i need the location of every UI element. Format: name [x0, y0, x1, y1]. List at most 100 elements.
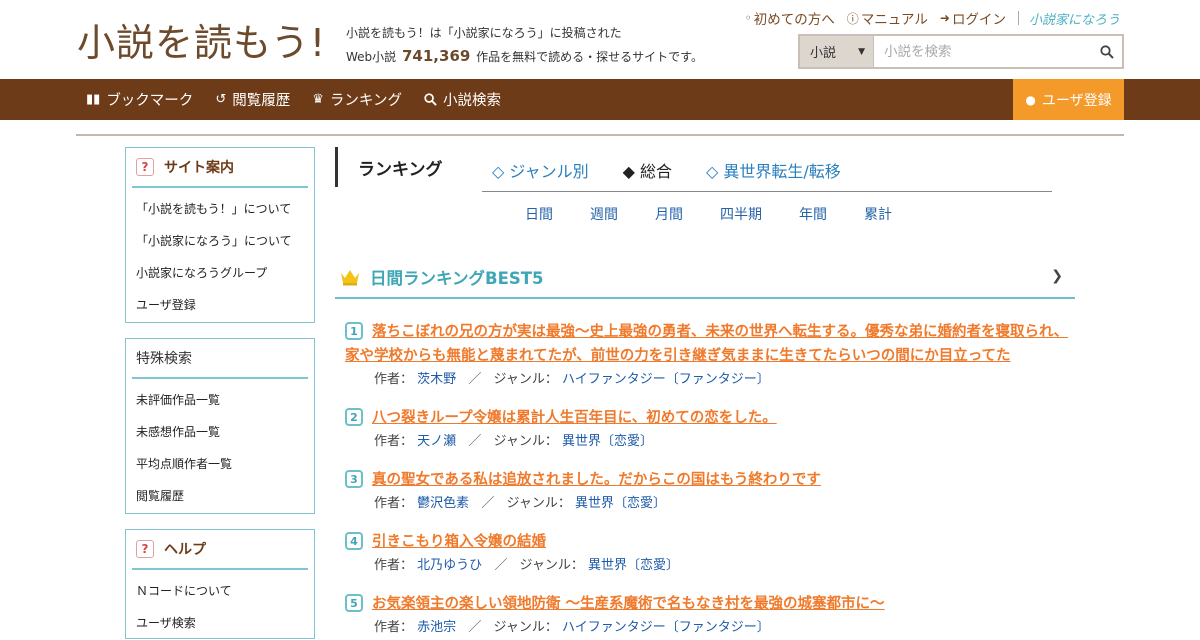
sidebar-item-no-review[interactable]: 未感想作品一覧 — [126, 415, 314, 447]
author-label: 作者： — [374, 496, 414, 511]
sidebar-special-search: 特殊検索 未評価作品一覧 未感想作品一覧 平均点順作者一覧 閲覧履歴 — [125, 338, 315, 514]
question-icon: ? — [136, 540, 154, 558]
register-label: ユーザ登録 — [1041, 92, 1112, 109]
main-nav: ▮▮ ブックマーク ↺ 閲覧履歴 ♛ ランキング 小説検索 ● ユーザ登録 — [0, 79, 1200, 120]
search-input[interactable] — [874, 36, 1092, 67]
meta-separator: ／ — [494, 558, 508, 573]
meta-separator: ／ — [481, 496, 495, 511]
login-link-label: ログイン — [951, 12, 1006, 28]
tagline-line1: 小説を読もう！は「小説家になろう」に投稿された — [346, 26, 622, 40]
rank-number: 3 — [345, 470, 363, 488]
best5-title: 日間ランキングBEST5 — [370, 268, 544, 288]
sidebar-site-guide-title: ? サイト案内 — [132, 148, 308, 188]
site-logo[interactable]: 小説を読もう! — [77, 14, 327, 65]
site-header: 小説を読もう! 小説を読もう！は「小説家になろう」に投稿された Web小説 74… — [0, 0, 1200, 79]
sidebar-item-user-register[interactable]: ユーザ登録 — [126, 288, 314, 320]
sidebar-item-avg-authors[interactable]: 平均点順作者一覧 — [126, 447, 314, 479]
ranking-entry: 3 真の聖女である私は追放されました。だからこの国はもう終わりです 作者： 鬱沢… — [345, 468, 1075, 515]
nav-history[interactable]: ↺ 閲覧履歴 — [215, 89, 290, 110]
question-icon: ? — [136, 158, 154, 176]
nav-bookmark[interactable]: ▮▮ ブックマーク — [86, 89, 193, 110]
novel-title-link[interactable]: 八つ裂きループ令嬢は累計人生百年目に、初めての恋をした。 — [345, 406, 1075, 430]
sidebar-item-about-yomou[interactable]: 「小説を読もう！」について — [126, 192, 314, 224]
period-weekly[interactable]: 週間 — [590, 204, 618, 224]
novel-title-link[interactable]: お気楽領主の楽しい領地防衛 〜生産系魔術で名もなき村を最強の城塞都市に〜 — [345, 592, 1075, 616]
heading-bar — [335, 147, 338, 187]
genre-link[interactable]: 異世界〔恋愛〕 — [575, 496, 666, 511]
ranking-heading: ランキング — [358, 160, 443, 180]
search-type-value: 小説 — [810, 46, 837, 61]
help-title-text: ヘルプ — [164, 542, 206, 558]
sidebar-special-search-title: 特殊検索 — [132, 339, 308, 379]
period-links: 日間 週間 月間 四半期 年間 累計 — [525, 204, 929, 224]
genre-link[interactable]: 異世界〔恋愛〕 — [588, 558, 679, 573]
nav-ranking-label: ランキング — [329, 93, 402, 109]
genre-link[interactable]: ハイファンタジー〔ファンタジー〕 — [562, 620, 770, 635]
genre-label: ジャンル： — [519, 558, 584, 573]
entry-meta: 作者： 北乃ゆうひ ／ ジャンル： 異世界〔恋愛〕 — [345, 555, 1075, 577]
search-icon — [1100, 44, 1114, 59]
tab-overall[interactable]: ◆ 総合 — [623, 158, 672, 182]
author-link[interactable]: 赤池宗 — [417, 620, 456, 635]
search-button[interactable] — [1092, 36, 1122, 67]
entry-meta: 作者： 赤池宗 ／ ジャンル： ハイファンタジー〔ファンタジー〕 — [345, 617, 1075, 639]
meta-separator: ／ — [468, 620, 482, 635]
best5-header[interactable]: 日間ランキングBEST5 ❯ — [335, 256, 1075, 299]
author-label: 作者： — [374, 558, 414, 573]
tagline-prefix: Web小説 — [346, 50, 397, 64]
chevron-down-icon[interactable]: ❯ — [1051, 268, 1063, 284]
rank-number: 1 — [345, 322, 363, 340]
sidebar-item-history[interactable]: 閲覧履歴 — [126, 479, 314, 511]
login-link[interactable]: ➜ ログイン — [940, 8, 1006, 28]
period-quarterly[interactable]: 四半期 — [720, 204, 762, 224]
book-icon: ◦ — [744, 11, 752, 25]
tab-genre[interactable]: ◇ ジャンル別 — [492, 158, 589, 182]
genre-link[interactable]: ハイファンタジー〔ファンタジー〕 — [562, 372, 770, 387]
sidebar-item-unrated[interactable]: 未評価作品一覧 — [126, 383, 314, 415]
caret-down-icon: ▼ — [858, 46, 865, 57]
login-icon: ➜ — [939, 11, 950, 25]
crown-icon: ♛ — [312, 92, 324, 107]
crown-icon — [341, 269, 359, 285]
author-link[interactable]: 天ノ瀬 — [417, 434, 456, 449]
beginner-link[interactable]: ◦ 初めての方へ — [745, 8, 835, 28]
user-icon: ● — [1025, 92, 1036, 107]
sidebar-item-about-narou[interactable]: 「小説家になろう」について — [126, 224, 314, 256]
beginner-link-label: 初めての方へ — [753, 12, 835, 28]
sidebar-site-guide: ? サイト案内 「小説を読もう！」について 「小説家になろう」について 小説家に… — [125, 147, 315, 323]
entry-meta: 作者： 天ノ瀬 ／ ジャンル： 異世界〔恋愛〕 — [345, 431, 1075, 453]
nav-search[interactable]: 小説検索 — [424, 89, 501, 110]
manual-link[interactable]: ⓘ マニュアル — [847, 8, 928, 29]
logo-text: 小説を読もう! — [77, 20, 327, 65]
tagline-suffix: 作品を無料で読める・探せるサイトです。 — [476, 50, 703, 64]
sidebar-item-ncode[interactable]: Ｎコードについて — [126, 574, 314, 606]
novel-title-link[interactable]: 引きこもり箱入令嬢の結婚 — [345, 530, 1075, 554]
ranking-entry: 2 八つ裂きループ令嬢は累計人生百年目に、初めての恋をした。 作者： 天ノ瀬 ／… — [345, 406, 1075, 453]
meta-separator: ／ — [468, 372, 482, 387]
author-link[interactable]: 茨木野 — [417, 372, 456, 387]
genre-link[interactable]: 異世界〔恋愛〕 — [562, 434, 653, 449]
nav-bookmark-label: ブックマーク — [106, 93, 194, 109]
search-icon — [424, 93, 437, 106]
register-button[interactable]: ● ユーザ登録 — [1013, 79, 1124, 120]
meta-separator: ／ — [468, 434, 482, 449]
author-link[interactable]: 鬱沢色素 — [417, 496, 469, 511]
sidebar-item-user-search[interactable]: ユーザ検索 — [126, 606, 314, 638]
period-yearly[interactable]: 年間 — [799, 204, 827, 224]
sidebar-item-narou-group[interactable]: 小説家になろうグループ — [126, 256, 314, 288]
author-label: 作者： — [374, 372, 414, 387]
sidebar-help: ? ヘルプ Ｎコードについて ユーザ検索 — [125, 529, 315, 639]
period-monthly[interactable]: 月間 — [655, 204, 683, 224]
narou-logo-link[interactable]: 小説家になろう — [1029, 9, 1120, 28]
novel-count: 741,369 — [402, 47, 471, 65]
period-total[interactable]: 累計 — [864, 204, 892, 224]
period-daily[interactable]: 日間 — [525, 204, 553, 224]
tab-isekai[interactable]: ◇ 異世界転生/転移 — [706, 158, 841, 182]
author-link[interactable]: 北乃ゆうひ — [417, 558, 482, 573]
search-type-select[interactable]: 小説 ▼ — [800, 36, 874, 67]
nav-ranking[interactable]: ♛ ランキング — [312, 89, 402, 110]
novel-title-link[interactable]: 落ちこぼれの兄の方が実は最強〜史上最強の勇者、未来の世界へ転生する。優秀な弟に婚… — [345, 320, 1075, 368]
novel-title-link[interactable]: 真の聖女である私は追放されました。だからこの国はもう終わりです — [345, 468, 1075, 492]
tagline-line2: Web小説 741,369 作品を無料で読める・探せるサイトです。 — [346, 45, 703, 69]
sidebar-help-title: ? ヘルプ — [132, 530, 308, 570]
